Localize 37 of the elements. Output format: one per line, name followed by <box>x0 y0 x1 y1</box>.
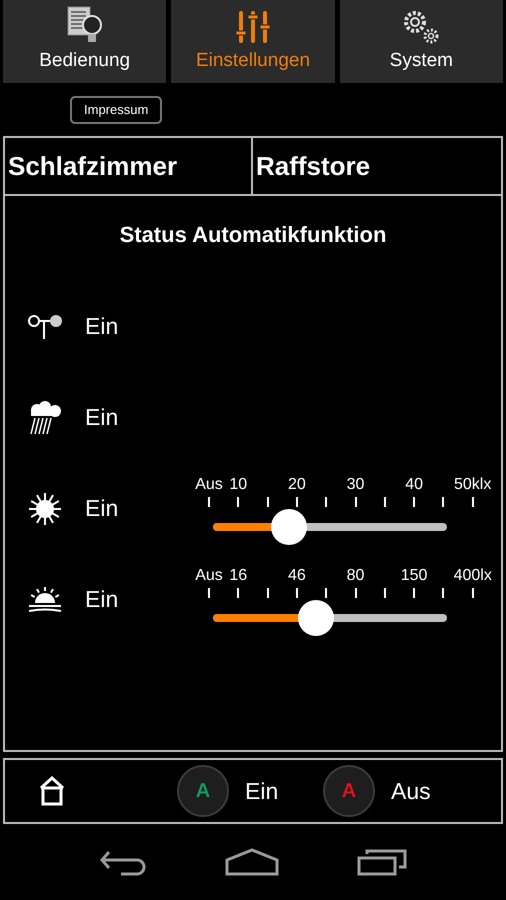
scale-label: 16 <box>229 566 248 586</box>
anemometer-icon <box>27 312 63 340</box>
scale-label: Aus <box>195 474 223 494</box>
status-text: Ein <box>85 403 120 432</box>
status-text: Ein <box>85 585 120 614</box>
scale-label: 46 <box>288 566 306 586</box>
scale-label: 50klx <box>454 474 492 494</box>
auto-label: Aus <box>391 776 432 806</box>
recent-apps-icon[interactable] <box>357 848 407 876</box>
slider-thumb[interactable] <box>271 508 308 544</box>
scale-label: 400lx <box>454 566 492 586</box>
document-bulb-icon <box>66 4 104 44</box>
device-name: Raffstore <box>255 150 372 182</box>
scale-label: 150 <box>400 566 428 586</box>
auto-button[interactable]: A <box>177 765 229 817</box>
sliders-icon <box>234 8 271 44</box>
scale-label: 10 <box>229 474 248 494</box>
scale-label: 40 <box>405 474 423 494</box>
sun-icon <box>28 492 62 526</box>
home-icon[interactable] <box>225 848 279 876</box>
status-text: Ein <box>85 494 120 524</box>
slider-thumb[interactable] <box>298 600 334 636</box>
back-icon[interactable] <box>99 848 147 876</box>
status-text: Ein <box>85 312 120 342</box>
scale-label: 80 <box>346 566 364 586</box>
nav-tab[interactable]: Bedienung <box>3 0 166 83</box>
gears-icon <box>401 8 442 44</box>
impressum-button[interactable]: Impressum <box>70 96 162 124</box>
room-name: Schlafzimmer <box>5 138 253 194</box>
scale-label: 20 <box>288 474 306 494</box>
scale-label: Aus <box>195 566 223 586</box>
nav-tab[interactable]: Einstellungen <box>171 0 335 83</box>
section-title: Status Automatikfunktion <box>118 221 388 249</box>
scale-label: 30 <box>346 474 364 494</box>
sunset-icon <box>27 586 63 612</box>
nav-tab[interactable]: System <box>340 0 503 83</box>
auto-label: Ein <box>245 776 280 806</box>
